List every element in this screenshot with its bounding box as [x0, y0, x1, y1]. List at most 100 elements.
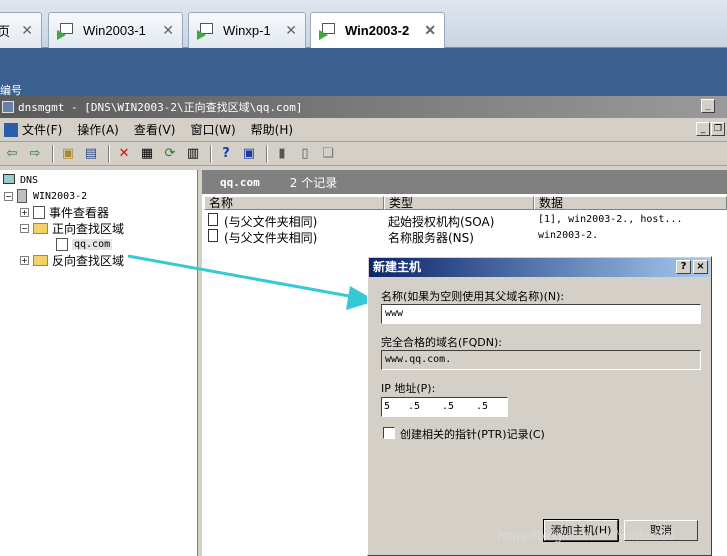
tree-node-label: DNS: [20, 174, 39, 186]
column-header-type[interactable]: 类型: [384, 196, 534, 210]
tree-node-label: 事件查看器: [49, 205, 110, 220]
close-icon[interactable]: ✕: [21, 22, 33, 39]
event-viewer-icon: [33, 205, 45, 219]
close-icon[interactable]: ✕: [162, 22, 174, 39]
back-icon[interactable]: ⇦: [2, 145, 22, 163]
tree-node-qq-com[interactable]: qq.com: [56, 236, 113, 252]
fqdn-field: www.qq.com.: [381, 350, 701, 370]
column-header-data[interactable]: 数据: [534, 196, 727, 210]
zone-header: qq.com 2 个记录: [202, 170, 727, 194]
properties-icon[interactable]: ▦: [137, 145, 157, 163]
fqdn-label: 完全合格的域名(FQDN):: [381, 336, 502, 349]
vm-tab-label: Winxp-1: [223, 23, 271, 38]
restore-button[interactable]: ❐: [711, 122, 725, 136]
menu-window[interactable]: 窗口(W): [190, 121, 235, 138]
delete-icon[interactable]: ✕: [114, 145, 134, 163]
tree-node-dns[interactable]: DNS: [2, 172, 38, 188]
folder-icon: [33, 254, 48, 266]
help-button[interactable]: ?: [676, 260, 691, 274]
console-icon[interactable]: [4, 122, 18, 137]
folder-icon: [33, 222, 48, 234]
vm-running-icon: [197, 22, 215, 40]
menu-view[interactable]: 查看(V): [134, 121, 176, 138]
watermark-text: https://blog.csdn.net/yunfei666: [498, 528, 675, 543]
dns-icon: [2, 173, 16, 187]
collapse-toggle[interactable]: −: [20, 223, 29, 233]
expand-toggle[interactable]: +: [20, 255, 29, 265]
dialog-title: 新建主机: [373, 260, 422, 274]
close-button[interactable]: ×: [693, 260, 708, 274]
record-data: [1], win2003-2., host...: [538, 214, 683, 225]
column-header-name[interactable]: 名称: [204, 196, 384, 210]
tree-node-reverse-zones[interactable]: + 反向查找区域: [20, 252, 124, 268]
export-icon[interactable]: ▥: [183, 145, 203, 163]
tree-node-event-viewer[interactable]: + 事件查看器: [20, 204, 109, 220]
new-host-dialog: 新建主机 ? × 名称(如果为空则使用其父域名称)(N): www 完全合格的域…: [367, 256, 712, 556]
record-name: (与父文件夹相同): [224, 231, 318, 245]
tree-node-forward-zones[interactable]: − 正向查找区域: [20, 220, 124, 236]
record-icon: [208, 229, 218, 242]
minimize-button[interactable]: _: [696, 122, 710, 136]
zone-icon: [56, 237, 68, 251]
toolbar: ⇦ ⇨ ▣ ▤ ✕ ▦ ⟳ ▥ ? ▣ ▮ ▯ ❏: [0, 142, 727, 166]
copy-icon[interactable]: ❏: [318, 145, 338, 163]
menu-bar: 文件(F) 操作(A) 查看(V) 窗口(W) 帮助(H) _ ❐: [0, 118, 727, 142]
host-name-input[interactable]: www: [381, 304, 701, 324]
up-folder-icon[interactable]: ▣: [58, 145, 78, 163]
record-count: 2 个记录: [289, 175, 338, 190]
ip-octet[interactable]: 5: [384, 401, 390, 412]
vm-tab-partial[interactable]: 页 ✕: [0, 12, 42, 48]
zone-name: qq.com: [220, 175, 260, 189]
record-icon: [208, 213, 218, 226]
new-record-icon[interactable]: ▯: [295, 145, 315, 163]
vm-running-icon: [57, 22, 75, 40]
mmc-title-text: dnsmgmt - [DNS\WIN2003-2\正向查找区域\qq.com]: [18, 101, 303, 114]
menu-file[interactable]: 文件(F): [22, 121, 62, 138]
ip-octet[interactable]: 5: [414, 401, 420, 412]
mmc-title-bar: dnsmgmt - [DNS\WIN2003-2\正向查找区域\qq.com] …: [0, 96, 727, 118]
refresh-icon[interactable]: ⟳: [160, 145, 180, 163]
vm-tab-label: Win2003-2: [345, 23, 410, 38]
console-icon[interactable]: ▣: [239, 145, 259, 163]
forward-icon[interactable]: ⇨: [25, 145, 45, 163]
record-data: win2003-2.: [538, 230, 599, 241]
close-icon[interactable]: ✕: [424, 22, 436, 39]
ptr-label: 创建相关的指针(PTR)记录(C): [400, 428, 545, 441]
table-row[interactable]: (与父文件夹相同) 名称服务器(NS) win2003-2.: [202, 228, 727, 245]
screen: 页 ✕ Win2003-1 ✕ Winxp-1 ✕ Win2003-2 ✕ 编号…: [0, 0, 727, 556]
tree-node-label: qq.com: [72, 238, 113, 250]
toolbar-separator: [52, 144, 54, 163]
vm-tab-label: 页: [0, 24, 11, 39]
toolbar-separator: [210, 144, 212, 163]
vm-tab-win2003-1[interactable]: Win2003-1 ✕: [48, 12, 183, 48]
tree-node-label: 反向查找区域: [52, 253, 125, 268]
close-icon[interactable]: ✕: [285, 22, 297, 39]
collapse-toggle[interactable]: −: [4, 191, 13, 201]
help-icon[interactable]: ?: [216, 145, 236, 163]
vm-running-icon: [319, 22, 337, 40]
ip-octet[interactable]: 5: [448, 401, 454, 412]
vm-tab-strip: 页 ✕ Win2003-1 ✕ Winxp-1 ✕ Win2003-2 ✕: [0, 0, 727, 48]
dialog-title-bar: 新建主机 ? ×: [369, 258, 710, 277]
minimize-button[interactable]: _: [701, 99, 715, 113]
toolbar-separator: [266, 144, 268, 163]
show-tree-icon[interactable]: ▤: [81, 145, 101, 163]
menu-action[interactable]: 操作(A): [77, 121, 119, 138]
expand-toggle[interactable]: +: [20, 207, 29, 217]
table-row[interactable]: (与父文件夹相同) 起始授权机构(SOA) [1], win2003-2., h…: [202, 212, 727, 229]
server-icon: [17, 189, 27, 203]
ip-address-input[interactable]: 5 . 5 . 5 . 5: [381, 397, 508, 417]
menu-help[interactable]: 帮助(H): [251, 121, 293, 138]
tree-node-label: WIN2003-2: [33, 190, 88, 202]
vm-tab-winxp-1[interactable]: Winxp-1 ✕: [188, 12, 306, 48]
tree-node-server[interactable]: − WIN2003-2: [4, 188, 87, 204]
vm-tab-label: Win2003-1: [83, 23, 146, 38]
tree-node-label: 正向查找区域: [52, 221, 125, 236]
name-label: 名称(如果为空则使用其父域名称)(N):: [381, 290, 565, 303]
server-list-icon[interactable]: ▮: [272, 145, 292, 163]
ptr-checkbox[interactable]: [383, 427, 395, 439]
record-type: 名称服务器(NS): [388, 231, 474, 245]
child-window-buttons: _ ❐: [696, 122, 725, 136]
vm-tab-win2003-2[interactable]: Win2003-2 ✕: [310, 12, 445, 48]
ip-octet[interactable]: 5: [482, 401, 488, 412]
